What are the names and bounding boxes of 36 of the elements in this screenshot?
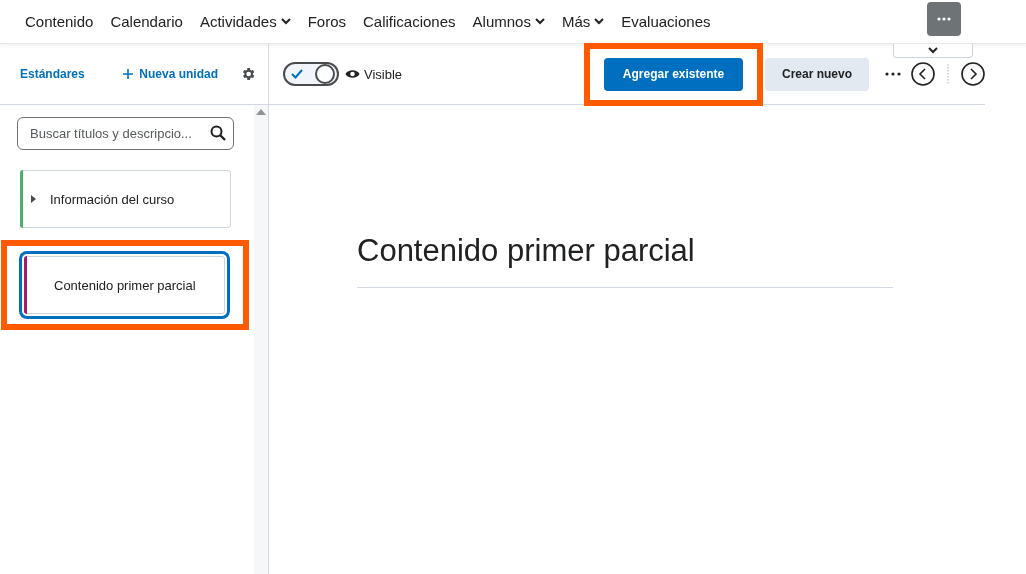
next-button[interactable]	[961, 62, 985, 86]
nav-link[interactable]: Foros	[307, 13, 346, 30]
settings-icon	[240, 66, 256, 82]
unit-item[interactable]: Información del curso	[20, 170, 231, 228]
chevron-left-icon	[911, 62, 935, 86]
settings-button[interactable]	[240, 66, 256, 82]
chevron-down-icon	[928, 47, 938, 54]
dotted-divider-icon	[947, 64, 949, 84]
more-icon	[937, 17, 951, 21]
nav-link[interactable]: Calificaciones	[363, 13, 456, 30]
scroll-up-icon[interactable]	[256, 109, 266, 115]
search-icon[interactable]	[210, 125, 226, 141]
visibility-label: Visible	[364, 66, 403, 82]
nav-link[interactable]: Evaluaciones	[621, 13, 711, 30]
check-icon	[291, 69, 303, 79]
unit-title: Información del curso	[50, 191, 175, 207]
more-icon	[885, 72, 901, 76]
nav-link[interactable]: Calendario	[110, 13, 183, 30]
visibility-switch[interactable]	[283, 62, 339, 86]
more-options-button[interactable]	[885, 72, 901, 76]
nav-link[interactable]: Más	[561, 13, 605, 30]
standards-link[interactable]: Estándares	[20, 67, 85, 81]
nav-link[interactable]: Actividades	[199, 13, 291, 30]
unit-title: Contenido primer parcial	[54, 277, 196, 293]
chevron-right-icon	[961, 62, 985, 86]
new-unit-link[interactable]: Nueva unidad	[123, 67, 218, 81]
previous-button[interactable]	[911, 62, 935, 86]
plus-icon	[123, 69, 134, 79]
nav-link[interactable]: Contenido	[25, 13, 94, 30]
add-existing-button[interactable]: Agregar existente	[604, 57, 743, 91]
content-title: Contenido primer parcial	[357, 233, 893, 288]
more-button[interactable]	[927, 2, 961, 36]
nav-link[interactable]: Alumnos	[472, 13, 545, 30]
eye-icon	[345, 69, 360, 79]
search-field[interactable]: Buscar títulos y descripcio...	[17, 117, 234, 150]
create-new-button[interactable]: Crear nuevo	[765, 57, 869, 91]
